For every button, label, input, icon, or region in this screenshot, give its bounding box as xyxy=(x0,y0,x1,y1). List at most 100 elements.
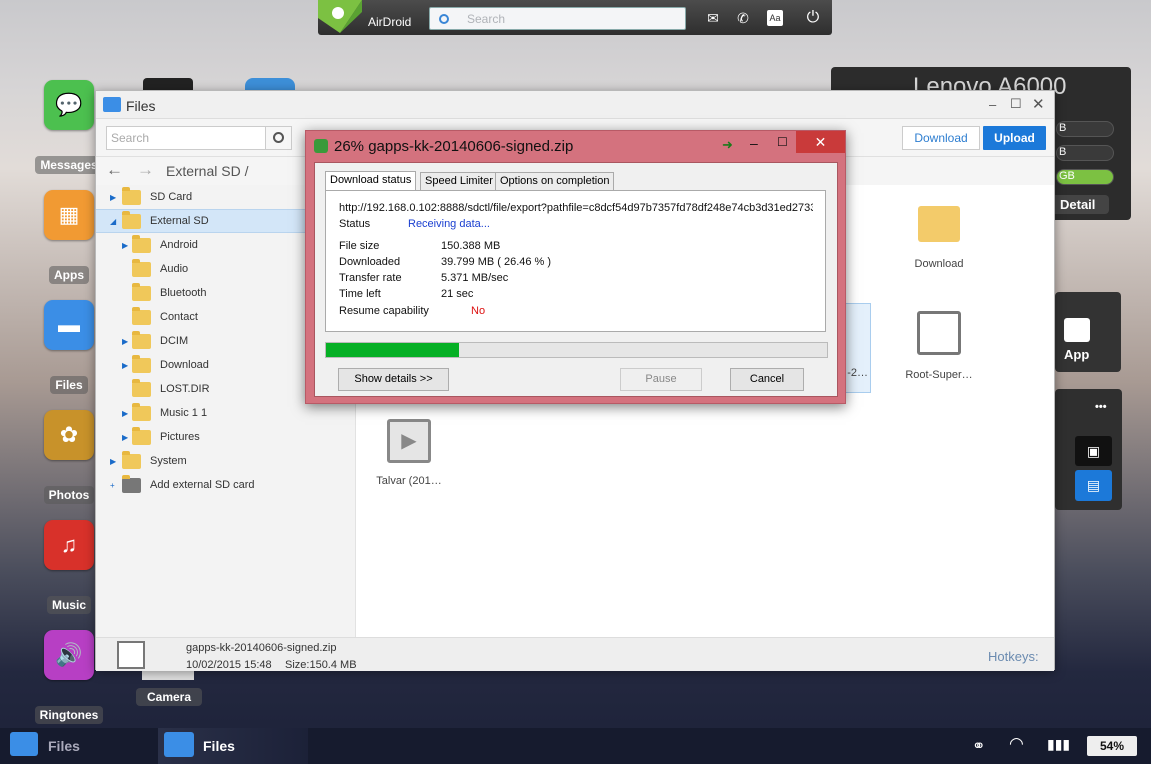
download-manager-icon xyxy=(314,139,328,153)
tab-download-status[interactable]: Download status xyxy=(325,171,417,191)
close-icon[interactable]: ✕ xyxy=(1032,95,1045,113)
status-size: Size:150.4 MB xyxy=(285,659,357,671)
transfer-rate-label: Transfer rate xyxy=(339,272,402,284)
dock-label: Music xyxy=(46,596,91,614)
plus-icon[interactable]: + xyxy=(110,481,115,490)
download-url: http://192.168.0.102:8888/sdctl/file/exp… xyxy=(339,202,813,214)
message-icon: 💬 xyxy=(44,80,94,130)
folder-icon xyxy=(132,282,151,301)
new-file-icon[interactable]: ▤ xyxy=(1075,470,1112,501)
tree-item-label: Add external SD card xyxy=(150,479,255,491)
tool-menu-icon[interactable]: ••• xyxy=(1095,401,1107,413)
app-panel-label: App xyxy=(1064,347,1090,362)
folder-icon: ▬ xyxy=(44,300,94,350)
folder-icon xyxy=(132,330,151,349)
new-folder-icon[interactable]: ▣ xyxy=(1075,436,1112,466)
folder-icon xyxy=(122,450,141,469)
taskbar-files-1[interactable]: Files xyxy=(48,738,80,754)
tool-panel: ••• ▣ ▤ xyxy=(1055,389,1122,510)
dock-label: Photos xyxy=(43,486,95,504)
expand-arrow-icon[interactable]: ◢ xyxy=(110,217,116,226)
file-size-label: File size xyxy=(339,240,380,252)
expand-arrow-icon[interactable]: ▶ xyxy=(122,433,128,442)
folder-icon xyxy=(918,206,960,242)
folder-icon xyxy=(164,732,194,757)
grid-item-talvar[interactable]: ▶ Talvar (201… xyxy=(369,419,449,487)
power-icon[interactable]: ⏻ xyxy=(805,10,821,26)
files-search-input[interactable]: Search xyxy=(106,126,266,150)
transfer-rate-value: 5.371 MB/sec xyxy=(441,272,509,284)
phone-icon[interactable]: ✆ xyxy=(735,10,751,26)
folder-icon xyxy=(132,306,151,325)
expand-arrow-icon[interactable]: ▶ xyxy=(122,337,128,346)
search-icon xyxy=(273,132,284,143)
time-left-label: Time left xyxy=(339,288,381,300)
tree-item-label: System xyxy=(150,455,187,467)
camera-icon[interactable] xyxy=(142,670,194,680)
zip-icon xyxy=(117,641,145,669)
photo-icon: ✿ xyxy=(44,410,94,460)
cancel-button[interactable]: Cancel xyxy=(730,368,804,391)
tree-item-label: External SD xyxy=(150,215,209,227)
airdroid-logo xyxy=(318,0,362,33)
expand-arrow-icon[interactable]: ▶ xyxy=(110,457,116,466)
brand-name: AirDroid xyxy=(368,15,412,29)
taskbar-active-item[interactable]: Files xyxy=(158,728,308,764)
dialog-title: 26% gapps-kk-20140606-signed.zip xyxy=(334,138,574,155)
resume-label: Resume capability xyxy=(339,305,429,317)
tree-item-system[interactable]: ▶ System xyxy=(96,449,356,473)
expand-arrow-icon[interactable]: ▶ xyxy=(122,241,128,250)
file-size-value: 150.388 MB xyxy=(441,240,501,252)
global-search-input[interactable]: Search xyxy=(429,7,686,30)
tree-item-add-external-sd-card[interactable]: + Add external SD card xyxy=(96,473,356,497)
tree-item-music-1-1[interactable]: ▶ Music 1 1 xyxy=(96,401,356,425)
back-arrow-icon[interactable]: ← xyxy=(106,160,123,180)
show-details-button[interactable]: Show details >> xyxy=(338,368,449,391)
signal-icon: ▮▮▮ xyxy=(1047,736,1071,752)
grid-item-label: Talvar (201… xyxy=(376,475,442,487)
status-date: 10/02/2015 15:48 xyxy=(186,659,272,671)
storage-pill-1: B xyxy=(1056,121,1114,137)
grid-item-root-super[interactable]: Root-Super… xyxy=(899,311,979,381)
forward-arrow-icon[interactable]: → xyxy=(137,160,154,180)
tree-item-label: Pictures xyxy=(160,431,200,443)
sd-card-icon xyxy=(122,474,141,493)
music-icon: ♫ xyxy=(44,520,94,570)
files-statusbar: gapps-kk-20140606-signed.zip 10/02/2015 … xyxy=(96,637,1054,671)
upload-button[interactable]: Upload xyxy=(983,126,1046,150)
hotkeys-link[interactable]: Hotkeys: xyxy=(988,649,1039,664)
status-filename: gapps-kk-20140606-signed.zip xyxy=(186,642,337,654)
font-icon[interactable]: Aa xyxy=(767,10,783,26)
grid-item-download[interactable]: Download xyxy=(899,206,979,270)
app-panel[interactable]: App xyxy=(1055,292,1121,372)
dock-label: Files xyxy=(50,376,88,394)
tab-speed-limiter[interactable]: Speed Limiter xyxy=(420,172,498,191)
link-icon[interactable]: ⚭ xyxy=(972,736,985,756)
expand-arrow-icon[interactable]: ▶ xyxy=(122,409,128,418)
downloaded-value: 39.799 MB ( 26.46 % ) xyxy=(441,256,552,268)
folder-icon xyxy=(132,258,151,277)
tab-options-on-completion[interactable]: Options on completion xyxy=(495,172,615,191)
folder-icon xyxy=(132,354,151,373)
arrow-icon[interactable]: ➜ xyxy=(722,137,733,153)
message-add-icon[interactable]: ✉ xyxy=(705,10,721,26)
minimize-icon[interactable]: – xyxy=(989,97,996,112)
pause-button[interactable]: Pause xyxy=(620,368,702,391)
breadcrumb[interactable]: External SD / xyxy=(166,163,248,179)
folder-icon xyxy=(132,426,151,445)
maximize-icon[interactable]: ☐ xyxy=(1010,96,1022,112)
expand-arrow-icon[interactable]: ▶ xyxy=(110,193,116,202)
close-button[interactable]: ✕ xyxy=(796,131,845,153)
status-label: Status xyxy=(339,218,371,230)
wifi-icon: ◠ xyxy=(1009,734,1024,753)
expand-arrow-icon[interactable]: ▶ xyxy=(122,361,128,370)
app-box-icon xyxy=(1064,318,1090,342)
download-dialog: 26% gapps-kk-20140606-signed.zip ➜ – ☐ ✕… xyxy=(305,130,846,404)
download-button[interactable]: Download xyxy=(902,126,980,150)
maximize-icon[interactable]: ☐ xyxy=(777,135,788,149)
tree-item-label: Download xyxy=(160,359,209,371)
tree-item-pictures[interactable]: ▶ Pictures xyxy=(96,425,356,449)
files-search-button[interactable] xyxy=(265,126,292,150)
minimize-icon[interactable]: – xyxy=(750,135,758,151)
folder-icon xyxy=(103,97,121,112)
